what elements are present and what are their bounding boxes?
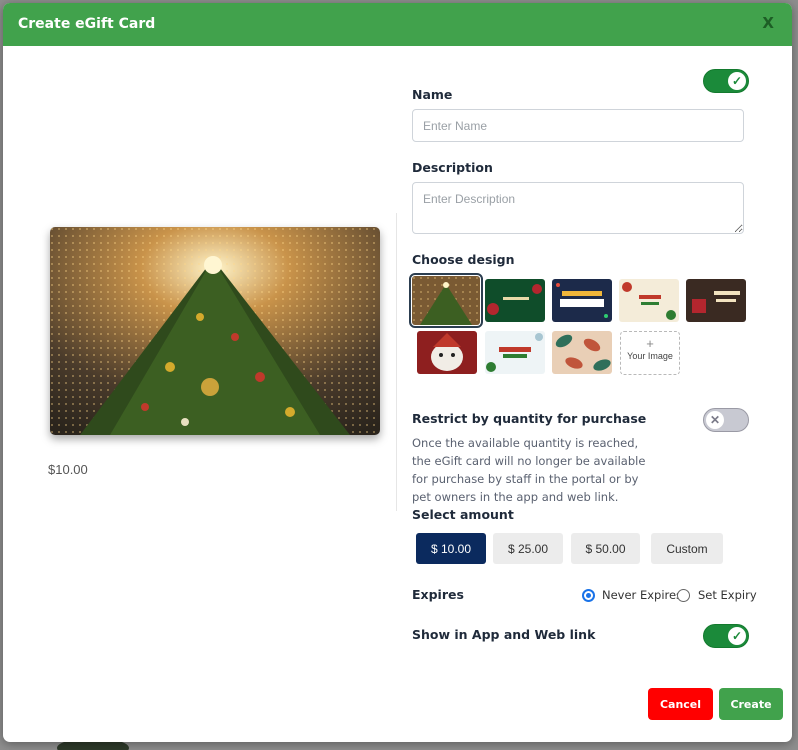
description-label: Description (412, 160, 493, 175)
design-thumb-merry-christmas-ornaments[interactable] (619, 279, 679, 322)
card-preview-image (50, 227, 380, 435)
set-expiry-radio[interactable] (677, 589, 690, 602)
show-in-app-label: Show in App and Web link (412, 627, 596, 642)
name-label: Name (412, 87, 453, 102)
restrict-label: Restrict by quantity for purchase (412, 411, 647, 426)
select-amount-label: Select amount (412, 507, 514, 522)
leaf-pattern-icon (552, 331, 612, 374)
x-icon: ✕ (706, 411, 724, 429)
name-input[interactable] (412, 109, 744, 142)
upload-image-tile[interactable]: + Your Image (620, 331, 680, 375)
modal-header: Create eGift Card X (3, 3, 792, 46)
design-thumb-santa-dog[interactable] (417, 331, 477, 374)
expires-label: Expires (412, 587, 464, 602)
design-thumb-merry-christmas-gifts[interactable] (686, 279, 746, 322)
check-icon: ✓ (728, 72, 746, 90)
create-button[interactable]: Create (719, 688, 783, 720)
cancel-button[interactable]: Cancel (648, 688, 713, 720)
merry-christmas-ornaments-icon (619, 279, 679, 322)
active-toggle[interactable]: ✓ (703, 69, 749, 93)
set-expiry-label[interactable]: Set Expiry (698, 588, 757, 602)
happy-new-year-icon (485, 279, 545, 322)
divider (396, 213, 397, 511)
description-input[interactable] (412, 182, 744, 234)
amount-option-custom[interactable]: Custom (651, 533, 723, 564)
choose-design-label: Choose design (412, 252, 515, 267)
amount-option-10[interactable]: $ 10.00 (416, 533, 486, 564)
merry-christmas-gifts-icon (686, 279, 746, 322)
amount-option-50[interactable]: $ 50.00 (571, 533, 640, 564)
show-in-app-toggle[interactable]: ✓ (703, 624, 749, 648)
christmas-tree-image (50, 227, 380, 435)
check-icon: ✓ (728, 627, 746, 645)
merry-christmas-snow-icon (485, 331, 545, 374)
your-image-label: Your Image (627, 351, 673, 361)
design-thumb-leaf-pattern[interactable] (552, 331, 612, 374)
design-thumb-happy-new-year[interactable] (485, 279, 545, 322)
restrict-description: Once the available quantity is reached, … (412, 436, 646, 504)
santa-dog-icon (417, 331, 477, 374)
preview-price: $10.00 (48, 462, 88, 477)
amount-option-25[interactable]: $ 25.00 (493, 533, 563, 564)
modal-title: Create eGift Card (18, 16, 156, 32)
plus-icon: + (646, 336, 654, 351)
design-thumb-christmas-tree[interactable] (409, 273, 483, 328)
christmas-tree-thumb-icon (412, 276, 480, 325)
design-thumb-happy-birthday[interactable] (552, 279, 612, 322)
close-button[interactable]: X (762, 14, 774, 32)
restrict-toggle[interactable]: ✕ (703, 408, 749, 432)
happy-birthday-icon (552, 279, 612, 322)
design-thumb-merry-christmas-snow[interactable] (485, 331, 545, 374)
create-egift-card-modal: Create eGift Card X $10.00 ✓ Name Enter … (3, 3, 792, 742)
never-expires-radio[interactable] (582, 589, 595, 602)
never-expires-label[interactable]: Never Expires (602, 588, 682, 602)
